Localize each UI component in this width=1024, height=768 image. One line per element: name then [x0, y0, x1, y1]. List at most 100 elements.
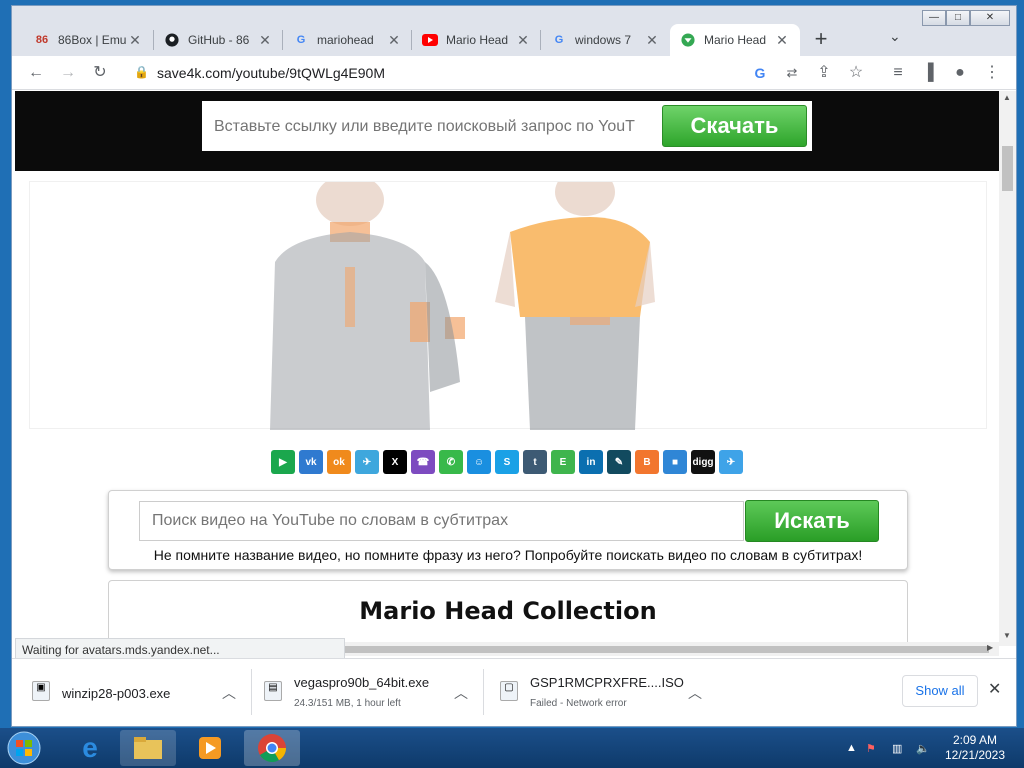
- share-button-delicious[interactable]: ■: [663, 450, 687, 474]
- installer-icon: ▤: [264, 681, 282, 701]
- chevron-down-icon[interactable]: ⌄: [889, 28, 901, 45]
- profile-icon[interactable]: ●: [950, 63, 970, 83]
- reload-icon[interactable]: ↻: [90, 63, 110, 83]
- maximize-button[interactable]: □: [946, 10, 970, 26]
- download-button[interactable]: Скачать: [662, 105, 807, 147]
- installer-icon: ▣: [32, 681, 50, 701]
- media-player-taskbar-button[interactable]: [182, 730, 238, 766]
- chrome-taskbar-button[interactable]: [244, 730, 300, 766]
- share-button-tumblr[interactable]: t: [523, 450, 547, 474]
- show-all-downloads-button[interactable]: Show all: [902, 675, 978, 707]
- close-icon[interactable]: ✕: [127, 32, 143, 49]
- download-item-vegaspro[interactable]: ▤ vegaspro90b_64bit.exe 24.3/151 MB, 1 h…: [264, 669, 484, 717]
- chrome-icon: [258, 734, 286, 762]
- system-clock[interactable]: 2:09 AM 12/21/2023: [940, 733, 1010, 763]
- close-icon[interactable]: ✕: [386, 32, 402, 49]
- lock-icon[interactable]: 🔒: [134, 65, 149, 79]
- google-lens-icon[interactable]: G: [750, 63, 770, 83]
- share-button-twitter[interactable]: ✈: [719, 450, 743, 474]
- scroll-right-icon[interactable]: ▶: [987, 643, 993, 652]
- scroll-up-icon[interactable]: ▲: [1003, 93, 1011, 102]
- share-button-livejournal[interactable]: ✎: [607, 450, 631, 474]
- menu-icon[interactable]: ⋮: [982, 63, 1002, 83]
- windows-logo-icon: [7, 731, 41, 765]
- volume-icon[interactable]: 🔈: [916, 742, 930, 755]
- workwear-ad-image: [270, 168, 655, 430]
- share-button-digg[interactable]: digg: [691, 450, 715, 474]
- forward-icon[interactable]: →: [58, 63, 78, 83]
- tab-mariohead-search[interactable]: G mariohead ✕: [283, 24, 412, 56]
- share-button-linkedin[interactable]: in: [579, 450, 603, 474]
- share-button-skype[interactable]: S: [495, 450, 519, 474]
- file-icon: ▢: [500, 681, 518, 701]
- network-icon[interactable]: ▥: [892, 742, 902, 755]
- media-control-icon[interactable]: ≡: [888, 63, 908, 83]
- share-button-evernote[interactable]: E: [551, 450, 575, 474]
- close-window-button[interactable]: ✕: [970, 10, 1010, 26]
- share-button-viber[interactable]: ☎: [411, 450, 435, 474]
- tray-expand-icon[interactable]: ▲: [846, 742, 857, 754]
- close-icon[interactable]: ✕: [988, 679, 1001, 699]
- star-icon[interactable]: ☆: [846, 63, 866, 83]
- subtitle-search-button[interactable]: Искать: [745, 500, 879, 542]
- tab-mario-head-save4k[interactable]: Mario Head ✕: [670, 24, 800, 56]
- tab-86box[interactable]: 86 86Box | Emu ✕: [24, 24, 153, 56]
- page-viewport: Скачать ▶vkok✈X☎✆☺StEin: [15, 91, 999, 646]
- explorer-taskbar-button[interactable]: [120, 730, 176, 766]
- url-search-input[interactable]: [214, 115, 644, 139]
- hero-banner: Скачать: [15, 91, 999, 171]
- side-panel-icon[interactable]: ▐: [918, 63, 938, 83]
- browser-window: 86 86Box | Emu ✕ GitHub - 86 ✕ G mariohe…: [11, 5, 1017, 727]
- share-button-vk[interactable]: vk: [299, 450, 323, 474]
- subtitle-search-hint: Не помните название видео, но помните фр…: [153, 547, 863, 563]
- share-button-ok[interactable]: ok: [327, 450, 351, 474]
- subtitle-search-box: Искать Не помните название видео, но пом…: [108, 490, 908, 570]
- minimize-button[interactable]: —: [922, 10, 946, 26]
- google-icon: G: [554, 34, 564, 46]
- hero-search-box: Скачать: [202, 101, 812, 151]
- internet-explorer-icon: e: [82, 732, 98, 763]
- subtitle-search-input[interactable]: [139, 501, 744, 541]
- tab-mario-head-youtube[interactable]: Mario Head ✕: [412, 24, 541, 56]
- folder-icon: [134, 737, 162, 759]
- 86box-icon: 86: [35, 34, 49, 46]
- close-icon[interactable]: ✕: [515, 32, 531, 49]
- browser-toolbar: ← → ↻ 🔒 save4k.com/youtube/9tQWLg4E90M G…: [12, 56, 1016, 90]
- start-button[interactable]: [2, 730, 46, 766]
- share-icon[interactable]: ⇪: [814, 63, 834, 83]
- new-tab-button[interactable]: +: [809, 26, 833, 52]
- chevron-up-icon[interactable]: ︿: [688, 683, 702, 703]
- address-bar[interactable]: save4k.com/youtube/9tQWLg4E90M: [157, 65, 385, 81]
- social-share-row: ▶ vk ok ✈ X ☎ ✆ ☺ St Ein ✎ B ■ digg ✈: [271, 450, 743, 476]
- share-button-telegram[interactable]: ✈: [355, 450, 379, 474]
- download-item-iso[interactable]: ▢ GSP1RMCPRXFRE....ISO Failed - Network …: [500, 669, 720, 717]
- ad-banner[interactable]: [29, 168, 987, 430]
- chevron-up-icon[interactable]: ︿: [454, 683, 468, 703]
- windows-taskbar: e ▲ ⚑ ▥ 🔈 2:09 AM 12/21/2023: [0, 728, 1024, 768]
- share-button-x[interactable]: X: [383, 450, 407, 474]
- close-icon[interactable]: ✕: [257, 32, 273, 49]
- download-shelf: ▣ winzip28-p003.exe ︿ ▤ vegaspro90b_64bi…: [12, 658, 1016, 726]
- share-button-1[interactable]: ▶: [271, 450, 295, 474]
- share-button-blogger[interactable]: B: [635, 450, 659, 474]
- media-player-icon: [199, 737, 221, 759]
- close-icon[interactable]: ✕: [774, 32, 790, 49]
- vertical-scrollbar[interactable]: ▲ ▼: [999, 91, 1016, 646]
- translate-icon[interactable]: ⇄: [782, 63, 802, 83]
- collection-card: Mario Head Collection: [108, 580, 908, 646]
- tab-github[interactable]: GitHub - 86 ✕: [154, 24, 283, 56]
- share-button-mymail[interactable]: ☺: [467, 450, 491, 474]
- internet-explorer-taskbar-button[interactable]: e: [62, 730, 118, 766]
- back-icon[interactable]: ←: [26, 63, 46, 83]
- youtube-icon: [422, 32, 438, 48]
- collection-title: Mario Head Collection: [359, 597, 657, 625]
- action-center-icon[interactable]: ⚑: [866, 742, 876, 755]
- chevron-up-icon[interactable]: ︿: [222, 683, 236, 703]
- save4k-icon: [680, 32, 696, 48]
- vertical-scroll-thumb[interactable]: [1002, 146, 1013, 191]
- share-button-whatsapp[interactable]: ✆: [439, 450, 463, 474]
- tab-windows7-search[interactable]: G windows 7 ✕: [541, 24, 670, 56]
- download-item-winzip[interactable]: ▣ winzip28-p003.exe ︿: [32, 669, 252, 717]
- close-icon[interactable]: ✕: [644, 32, 660, 49]
- scroll-down-icon[interactable]: ▼: [1003, 631, 1011, 640]
